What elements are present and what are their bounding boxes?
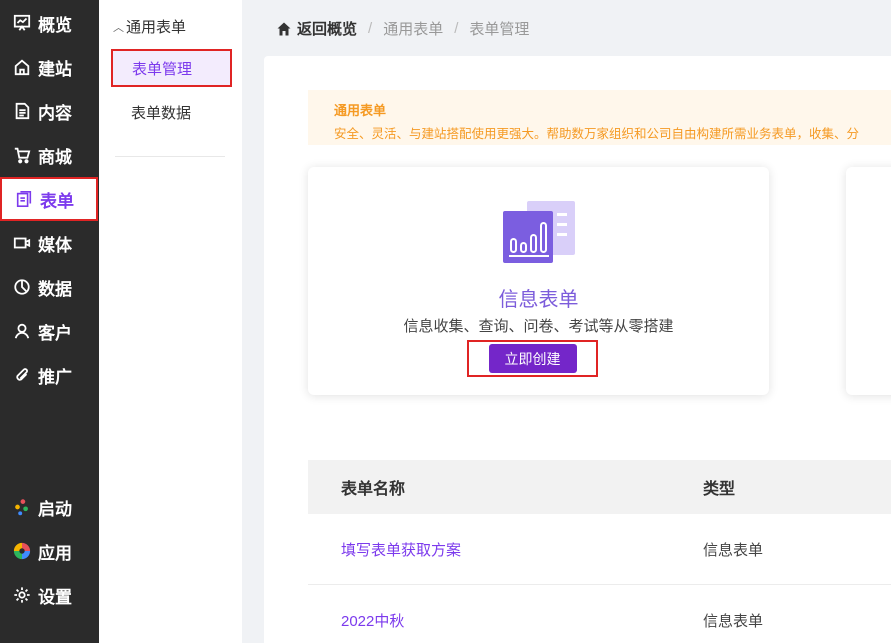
form-chart-illustration [503, 201, 575, 263]
sub-menu: ︿ 通用表单 表单管理 表单数据 [99, 0, 242, 643]
video-icon [12, 233, 32, 253]
user-icon [12, 321, 32, 341]
nav-item-media[interactable]: 媒体 [0, 221, 99, 265]
nav-item-apps[interactable]: 应用 [0, 529, 99, 573]
nav-item-shop[interactable]: 商城 [0, 133, 99, 177]
overview-icon [12, 13, 32, 33]
notice-title: 通用表单 [334, 103, 387, 118]
form-name-link[interactable]: 2022中秋 [308, 610, 670, 631]
nav-item-site[interactable]: 建站 [0, 45, 99, 89]
form-type-card-partial [846, 167, 891, 395]
card-description: 信息收集、查询、问卷、考试等从零搭建 [403, 318, 674, 335]
apps-icon [12, 541, 32, 561]
form-type-cell: 信息表单 [703, 612, 764, 630]
pie-chart-icon [12, 277, 32, 297]
nav-item-label: 应用 [38, 543, 72, 563]
table-row: 2022中秋 信息表单 [308, 585, 891, 643]
nav-item-label: 概览 [38, 15, 72, 35]
gear-icon [12, 585, 32, 605]
main-panel: 通用表单 安全、灵活、与建站搭配使用更强大。帮助数万家组织和公司自由构建所需业务… [264, 56, 891, 643]
submenu-item-label: 表单管理 [132, 60, 193, 78]
breadcrumb-home-label: 返回概览 [297, 21, 358, 38]
nav-item-promote[interactable]: 推广 [0, 353, 99, 397]
nav-item-content[interactable]: 内容 [0, 89, 99, 133]
card-title: 信息表单 [498, 289, 579, 311]
nav-item-label: 媒体 [38, 235, 72, 255]
breadcrumb-separator: / [454, 20, 459, 37]
submenu-group-header[interactable]: ︿ 通用表单 [113, 16, 186, 37]
nav-item-label: 数据 [38, 279, 72, 299]
submenu-item-label: 表单数据 [131, 104, 192, 122]
info-notice: 通用表单 安全、灵活、与建站搭配使用更强大。帮助数万家组织和公司自由构建所需业务… [308, 90, 891, 145]
nav-item-label: 商城 [38, 147, 72, 167]
submenu-item-form-manage[interactable]: 表单管理 [111, 49, 232, 87]
form-icon [14, 189, 34, 209]
paperclip-icon [12, 365, 32, 385]
chevron-up-icon: ︿ [113, 21, 124, 34]
form-type-card: 信息表单 信息收集、查询、问卷、考试等从零搭建 立即创建 [308, 167, 769, 395]
form-name-link[interactable]: 填写表单获取方案 [308, 539, 670, 560]
nav-item-launch[interactable]: 启动 [0, 485, 99, 529]
form-type-cell: 信息表单 [703, 541, 764, 559]
breadcrumb-separator: / [368, 20, 373, 37]
cart-icon [12, 145, 32, 165]
create-now-button[interactable]: 立即创建 [488, 344, 577, 373]
forms-table: 表单名称 类型 填写表单获取方案 信息表单 2022中秋 信息表单 [308, 460, 891, 643]
document-icon [12, 101, 32, 121]
nav-item-label: 建站 [38, 59, 72, 79]
nav-item-label: 客户 [38, 323, 72, 343]
nav-item-data[interactable]: 数据 [0, 265, 99, 309]
nav-item-label: 推广 [38, 367, 72, 387]
breadcrumb-home[interactable]: 返回概览 [276, 18, 357, 39]
table-row: 填写表单获取方案 信息表单 [308, 514, 891, 585]
nav-item-settings[interactable]: 设置 [0, 573, 99, 617]
breadcrumb: 返回概览 / 通用表单 / 表单管理 [276, 18, 529, 39]
nav-item-label: 启动 [38, 499, 72, 519]
nav-item-label: 内容 [38, 103, 72, 123]
nav-item-form[interactable]: 表单 [0, 177, 98, 221]
notice-text: 安全、灵活、与建站搭配使用更强大。帮助数万家组织和公司自由构建所需业务表单，收集… [334, 127, 860, 141]
nav-item-overview[interactable]: 概览 [0, 1, 99, 45]
breadcrumb-item[interactable]: 通用表单 [383, 18, 443, 39]
column-header-type: 类型 [703, 481, 736, 498]
home-icon [277, 22, 291, 35]
nav-item-label: 设置 [38, 587, 72, 607]
launch-icon [12, 497, 32, 517]
divider [115, 156, 225, 157]
submenu-item-form-data[interactable]: 表单数据 [111, 93, 232, 131]
home-icon [12, 57, 32, 77]
breadcrumb-item: 表单管理 [469, 21, 530, 38]
nav-item-label: 表单 [40, 191, 74, 211]
table-header: 表单名称 类型 [308, 460, 891, 514]
main-nav: 概览 建站 内容 商城 表单 媒体 数据 客户 推广 启动 应用 设置 [0, 0, 99, 643]
nav-item-customer[interactable]: 客户 [0, 309, 99, 353]
submenu-group-label: 通用表单 [126, 19, 187, 36]
create-button-highlight: 立即创建 [467, 340, 598, 377]
column-header-name: 表单名称 [341, 481, 406, 498]
